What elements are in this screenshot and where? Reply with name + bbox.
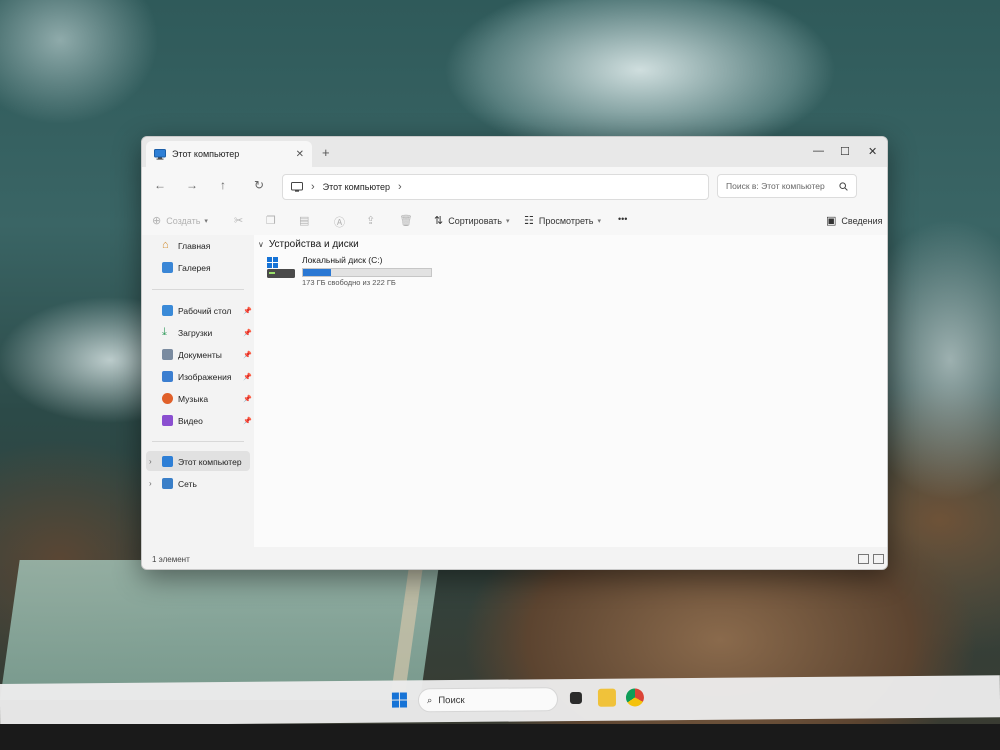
more-options-button[interactable]: ••• [618,214,627,224]
documents-folder-icon [162,349,173,360]
pin-icon[interactable]: 📌 [243,417,252,425]
task-view-icon[interactable] [569,691,583,705]
sidebar-item-home[interactable]: ⌂ Главная [162,240,252,251]
cut-icon[interactable]: ✂ [234,214,248,227]
rename-icon[interactable]: Ⓐ [334,214,350,230]
sidebar-item-music[interactable]: Музыка 📌 [162,393,252,404]
file-explorer-taskbar-icon[interactable] [597,688,617,707]
chevron-down-icon: ▾ [597,217,602,225]
chevron-down-icon: ∨ [258,240,264,249]
minimize-button[interactable]: — [813,145,824,157]
maximize-button[interactable]: ☐ [840,145,850,158]
downloads-folder-icon: ⤓ [162,326,167,338]
chrome-icon[interactable] [625,688,645,707]
sidebar-divider [152,289,244,290]
back-arrow-icon[interactable]: ← [154,178,166,192]
desktop-folder-icon [162,305,173,316]
share-icon[interactable]: ⇪ [366,214,380,227]
copy-icon[interactable]: ❐ [266,214,281,227]
close-button[interactable]: ✕ [868,145,877,158]
pin-icon[interactable]: 📌 [243,307,252,315]
network-icon [162,478,173,489]
pin-icon[interactable]: 📌 [243,395,252,403]
taskbar-search-box[interactable]: ⌕ Поиск [417,687,559,713]
drive-item-c[interactable]: Локальный диск (C:) 173 ГБ свободно из 2… [266,255,436,289]
drive-free-space: 173 ГБ свободно из 222 ГБ [302,278,396,287]
create-button[interactable]: ⊕ Создать ▾ [152,214,208,227]
videos-folder-icon [162,415,173,426]
monitor-icon [154,148,166,160]
drive-usage-fill [303,269,332,276]
search-icon [839,181,848,191]
chevron-down-icon: ▾ [204,217,208,225]
file-explorer-window: Этот компьютер ✕ + — ☐ ✕ ← → ↑ ↻ › Этот … [141,136,888,570]
delete-icon[interactable]: 🗑 [399,214,418,227]
address-path-field[interactable]: › Этот компьютер › [282,174,709,200]
address-bar: ← → ↑ ↻ › Этот компьютер › Поиск в: Этот… [142,167,887,206]
sort-icon: ⇅ [434,215,444,227]
details-view-icon[interactable] [858,554,869,564]
pin-icon[interactable]: 📌 [243,351,252,359]
monitor-icon [291,181,303,192]
monitor-bezel [0,724,1000,750]
sidebar-item-videos[interactable]: Видео 📌 [162,415,252,426]
sidebar-divider [152,441,244,442]
group-header-devices[interactable]: ∨ Устройства и диски [258,239,359,250]
chevron-down-icon: ▾ [506,217,510,225]
pin-icon[interactable]: 📌 [243,373,252,381]
sidebar-item-pictures[interactable]: Изображения 📌 [162,371,252,382]
up-arrow-icon[interactable]: ↑ [220,178,226,192]
sidebar-item-gallery[interactable]: Галерея [162,262,252,273]
tab-close-icon[interactable]: ✕ [296,149,304,160]
command-bar: ⊕ Создать ▾ ✂ ❐ ▤ Ⓐ ⇪ 🗑 ⇅ Сортировать ▾ … [142,205,887,236]
sort-button[interactable]: ⇅ Сортировать ▾ [434,214,510,227]
search-icon: ⌕ [426,694,433,706]
sidebar-item-desktop[interactable]: Рабочий стол 📌 [162,305,252,316]
music-folder-icon [162,393,173,404]
refresh-icon[interactable]: ↻ [254,178,264,192]
chevron-right-icon[interactable]: › [149,479,152,488]
home-icon: ⌂ [162,239,169,251]
forward-arrow-icon[interactable]: → [186,178,198,192]
view-button[interactable]: ☷ Просмотреть ▾ [524,214,601,227]
sidebar-item-this-pc[interactable]: › Этот компьютер [149,456,252,467]
pictures-folder-icon [162,371,173,382]
gallery-icon [162,262,173,273]
paste-icon[interactable]: ▤ [299,214,314,227]
details-pane-icon: ▣ [826,215,837,227]
drive-usage-bar [302,268,432,277]
new-tab-button[interactable]: + [322,145,330,160]
drive-name: Локальный диск (C:) [302,255,383,265]
title-bar: Этот компьютер ✕ + — ☐ ✕ [142,137,887,167]
details-button[interactable]: ▣ Сведения [826,214,883,227]
search-input[interactable]: Поиск в: Этот компьютер [717,174,857,198]
tiles-view-icon[interactable] [873,554,884,564]
path-segment-this-pc[interactable]: Этот компьютер [323,182,390,192]
taskbar: ⌕ Поиск [0,675,1000,726]
chevron-right-icon[interactable]: › [149,457,152,466]
wallpaper-pool [0,560,440,700]
view-icon: ☷ [524,215,534,227]
status-bar: 1 элемент [142,547,887,569]
plus-circle-icon: ⊕ [152,215,162,227]
local-disk-icon [267,257,295,278]
sidebar-item-downloads[interactable]: ⤓ Загрузки 📌 [162,327,252,338]
tab-title: Этот компьютер [172,149,240,159]
file-list-area: ∨ Устройства и диски Локальный диск (C:)… [254,235,887,547]
sidebar-item-documents[interactable]: Документы 📌 [162,349,252,360]
monitor-icon [162,456,173,467]
pin-icon[interactable]: 📌 [243,329,252,337]
path-chevron-icon[interactable]: › [398,181,402,193]
windows-start-icon[interactable] [391,692,408,708]
item-count: 1 элемент [152,555,190,564]
navigation-pane: ⌂ Главная Галерея Рабочий стол 📌 ⤓ Загру… [142,235,254,547]
path-chevron-icon: › [311,181,315,193]
sidebar-item-network[interactable]: › Сеть [149,478,252,489]
search-placeholder: Поиск в: Этот компьютер [726,181,825,191]
tab-this-pc[interactable]: Этот компьютер ✕ [146,141,312,167]
